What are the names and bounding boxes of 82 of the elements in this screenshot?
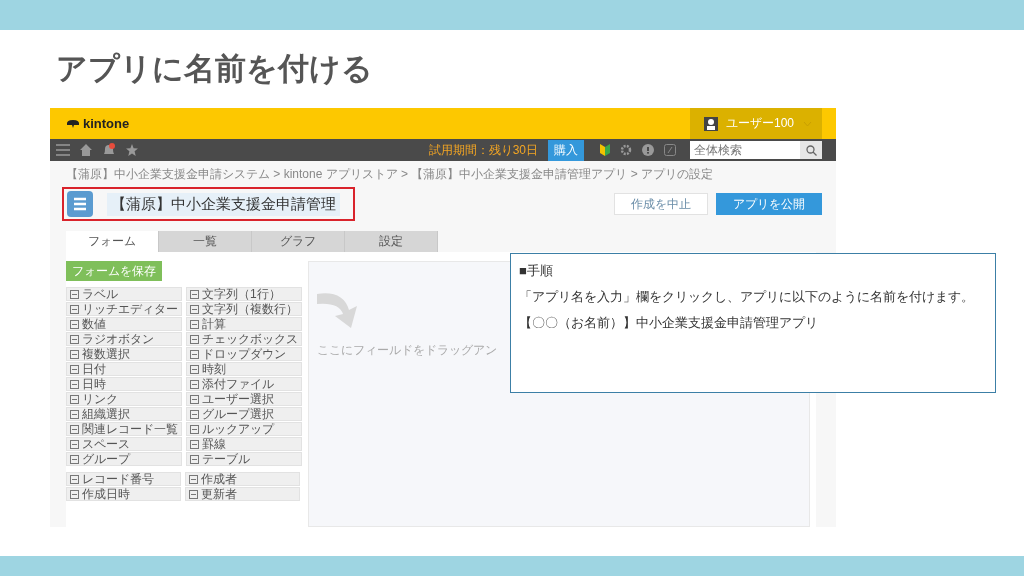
field-icon [70,424,79,434]
logo-text: kintone [83,116,130,131]
field-item[interactable]: 罫線 [186,437,302,451]
search-button[interactable] [800,141,822,159]
field-item[interactable]: 更新者 [185,487,300,501]
field-item[interactable]: 文字列（1行） [186,287,302,301]
field-icon [70,289,79,299]
tab[interactable]: 一覧 [159,231,252,252]
field-item[interactable]: ラベル [66,287,182,301]
drop-hint: ここにフィールドをドラッグアン [317,342,497,359]
code-icon[interactable] [664,144,676,156]
field-item[interactable]: ラジオボタン [66,332,182,346]
field-icon [70,349,79,359]
beginner-icon[interactable] [600,144,610,156]
tab[interactable]: フォーム [66,231,159,252]
slide-title: アプリに名前を付ける [56,50,373,88]
field-item[interactable]: 日時 [66,377,182,391]
field-item[interactable]: 文字列（複数行） [186,302,302,316]
field-icon [190,394,199,404]
field-icon [190,409,199,419]
field-item[interactable]: チェックボックス [186,332,302,346]
home-icon[interactable] [80,144,92,156]
field-icon [70,474,79,484]
search-icon [805,144,817,156]
tab[interactable]: グラフ [252,231,345,252]
logo-icon [66,118,80,129]
field-icon [190,364,199,374]
field-item[interactable]: 計算 [186,317,302,331]
app-icon [67,191,93,217]
field-icon [70,439,79,449]
field-icon [70,379,79,389]
field-icon [190,289,199,299]
field-item[interactable]: グループ [66,452,182,466]
field-icon [190,349,199,359]
search-field[interactable]: 全体検索 [690,141,800,159]
field-item[interactable]: 複数選択 [66,347,182,361]
field-item[interactable]: リンク [66,392,182,406]
field-icon [70,454,79,464]
field-icon [70,394,79,404]
tab[interactable]: 設定 [345,231,438,252]
field-icon [190,319,199,329]
field-icon [190,334,199,344]
field-item[interactable]: 日付 [66,362,182,376]
menu-icon[interactable] [56,144,70,156]
field-item[interactable]: 関連レコード一覧 [66,422,182,436]
field-icon [70,364,79,374]
field-item[interactable]: ドロップダウン [186,347,302,361]
field-icon [70,319,79,329]
field-icon [190,379,199,389]
field-item[interactable]: 作成者 [185,472,300,486]
field-item[interactable]: レコード番号 [66,472,181,486]
settings-icon[interactable] [620,144,632,156]
field-icon [70,334,79,344]
field-item[interactable]: テーブル [186,452,302,466]
breadcrumb-trail[interactable]: 【蒲原】中小企業支援金申請システム > kintone アプリストア > 【蒲原】中小企業支援金申請管理アプリ > アプリの設定 [66,166,822,183]
app-name-field[interactable]: 【蒲原】中小企業支援金申請管理 [62,187,355,221]
star-icon[interactable] [126,144,138,156]
bell-icon[interactable] [102,143,116,157]
cancel-button[interactable]: 作成を中止 [614,193,708,215]
field-icon [189,474,198,484]
field-item[interactable]: ルックアップ [186,422,302,436]
help-icon[interactable] [642,144,654,156]
field-icon [190,454,199,464]
field-icon [190,439,199,449]
field-icon [190,304,199,314]
field-icon [70,489,79,499]
field-icon [70,409,79,419]
field-item[interactable]: スペース [66,437,182,451]
field-icon [189,489,198,499]
field-item[interactable]: ユーザー選択 [186,392,302,406]
field-icon [70,304,79,314]
field-item[interactable]: 添付ファイル [186,377,302,391]
trial-notice: 試用期間：残り30日 [428,141,538,159]
field-item[interactable]: リッチエディター [66,302,182,316]
user-icon [704,116,718,131]
field-item[interactable]: 数値 [66,317,182,331]
field-item[interactable]: 作成日時 [66,487,181,501]
field-item[interactable]: グループ選択 [186,407,302,421]
field-item[interactable]: 時刻 [186,362,302,376]
callout-heading: ■手順 [519,262,553,280]
field-icon [190,424,199,434]
field-item[interactable]: 組織選択 [66,407,182,421]
